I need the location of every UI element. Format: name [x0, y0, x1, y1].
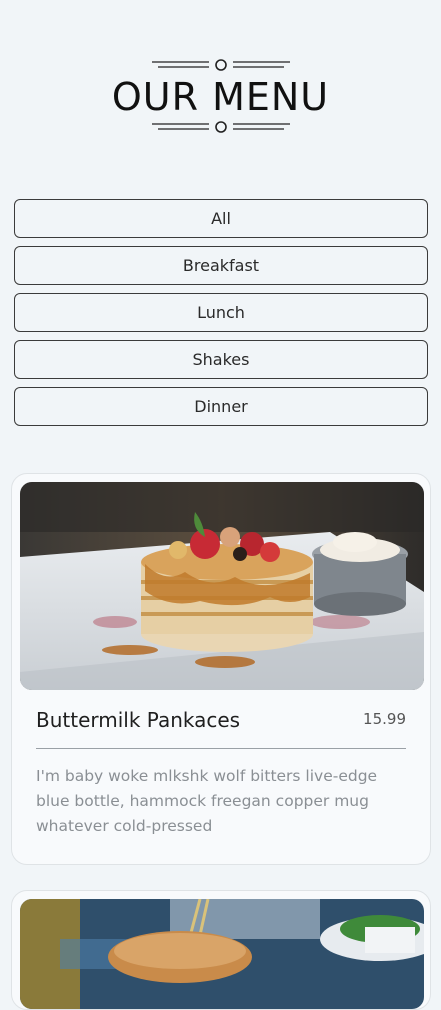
menu-item-description: I'm baby woke mlkshk wolf bitters live-e… — [36, 767, 378, 835]
menu-item-divider — [36, 748, 406, 749]
filter-dinner-button[interactable]: Dinner — [14, 387, 428, 426]
pancakes-photo — [20, 482, 424, 690]
burger-photo — [20, 899, 424, 1009]
filter-lunch-button[interactable]: Lunch — [14, 293, 428, 332]
filter-shakes-button[interactable]: Shakes — [14, 340, 428, 379]
menu-item-name: Buttermilk Pankaces — [36, 708, 241, 732]
category-filters: All Breakfast Lunch Shakes Dinner — [14, 199, 428, 434]
menu-item-card: Buttermilk Pankaces 15.99 I'm baby woke … — [11, 473, 431, 865]
menu-logo: OUR MENU — [0, 55, 441, 135]
menu-item-price: 15.99 — [363, 710, 406, 728]
page-title: OUR MENU — [111, 75, 330, 119]
menu-item-card — [11, 890, 431, 1010]
filter-breakfast-button[interactable]: Breakfast — [14, 246, 428, 285]
filter-all-button[interactable]: All — [14, 199, 428, 238]
menu-item-header: Buttermilk Pankaces 15.99 — [36, 706, 406, 746]
